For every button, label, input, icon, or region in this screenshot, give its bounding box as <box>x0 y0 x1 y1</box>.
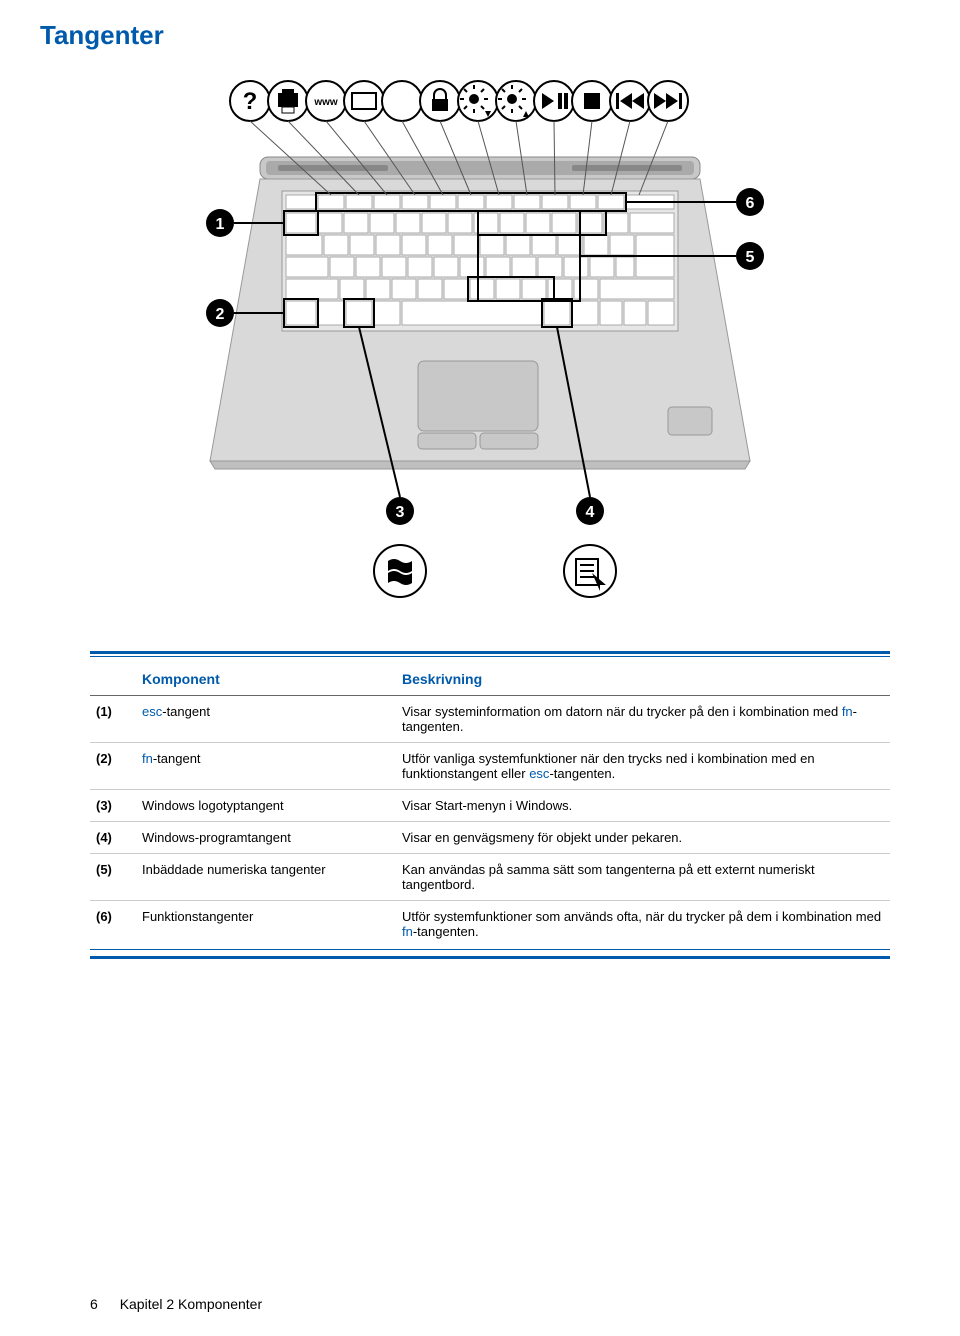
shortcut-icons-row: ? www <box>230 81 688 121</box>
help-icon: ? <box>243 88 258 115</box>
svg-text:2: 2 <box>216 306 225 323</box>
svg-text:1: 1 <box>216 216 225 233</box>
row-component: Inbäddade numeriska tangenter <box>136 854 396 901</box>
row-component: Windows logotyptangent <box>136 790 396 822</box>
svg-text:3: 3 <box>396 504 405 521</box>
row-description: Kan användas på samma sätt som tangenter… <box>396 854 890 901</box>
print-icon <box>278 93 298 107</box>
chapter-label: Kapitel 2 Komponenter <box>120 1296 262 1312</box>
previous-track-icon <box>616 93 619 109</box>
row-num: (2) <box>90 743 136 790</box>
table-row: (5) Inbäddade numeriska tangenter Kan an… <box>90 854 890 901</box>
header-description: Beskrivning <box>396 663 890 696</box>
keyboard-diagram-svg: ? www <box>190 71 790 611</box>
table-row: (2) fn-tangent Utför vanliga systemfunkt… <box>90 743 890 790</box>
table-header-row: Komponent Beskrivning <box>90 663 890 696</box>
page-number: 6 <box>90 1296 98 1312</box>
header-component: Komponent <box>136 663 396 696</box>
www-icon: www <box>313 97 338 108</box>
row-description: Visar Start-menyn i Windows. <box>396 790 890 822</box>
table-row: (6) Funktionstangenter Utför systemfunkt… <box>90 901 890 948</box>
row-description: Utför vanliga systemfunktioner när den t… <box>396 743 890 790</box>
svg-text:6: 6 <box>746 195 755 212</box>
keyboard-diagram: ? www <box>190 71 790 611</box>
lock-icon <box>432 99 448 111</box>
row-description: Utför systemfunktioner som används ofta,… <box>396 901 890 948</box>
row-component: esc-tangent <box>136 696 396 743</box>
row-description: Visar systeminformation om datorn när du… <box>396 696 890 743</box>
stop-icon <box>584 93 600 109</box>
row-num: (4) <box>90 822 136 854</box>
row-component: Funktionstangenter <box>136 901 396 948</box>
row-num: (3) <box>90 790 136 822</box>
brightness-up-icon <box>507 94 517 104</box>
menu-key-icon <box>564 545 616 597</box>
windows-logo-icon <box>374 545 426 597</box>
row-num: (6) <box>90 901 136 948</box>
svg-text:5: 5 <box>746 249 755 266</box>
row-component: fn-tangent <box>136 743 396 790</box>
laptop-body <box>210 157 750 469</box>
brightness-down-icon <box>469 94 479 104</box>
row-component: Windows-programtangent <box>136 822 396 854</box>
table-row: (1) esc-tangent Visar systeminformation … <box>90 696 890 743</box>
row-description: Visar en genvägsmeny för objekt under pe… <box>396 822 890 854</box>
page-title: Tangenter <box>40 20 890 51</box>
svg-text:4: 4 <box>586 504 595 521</box>
table-row: (4) Windows-programtangent Visar en genv… <box>90 822 890 854</box>
row-num: (5) <box>90 854 136 901</box>
page-footer: 6 Kapitel 2 Komponenter <box>90 1296 262 1312</box>
components-table: Komponent Beskrivning (1) esc-tangent Vi… <box>90 651 890 959</box>
row-num: (1) <box>90 696 136 743</box>
table-row: (3) Windows logotyptangent Visar Start-m… <box>90 790 890 822</box>
